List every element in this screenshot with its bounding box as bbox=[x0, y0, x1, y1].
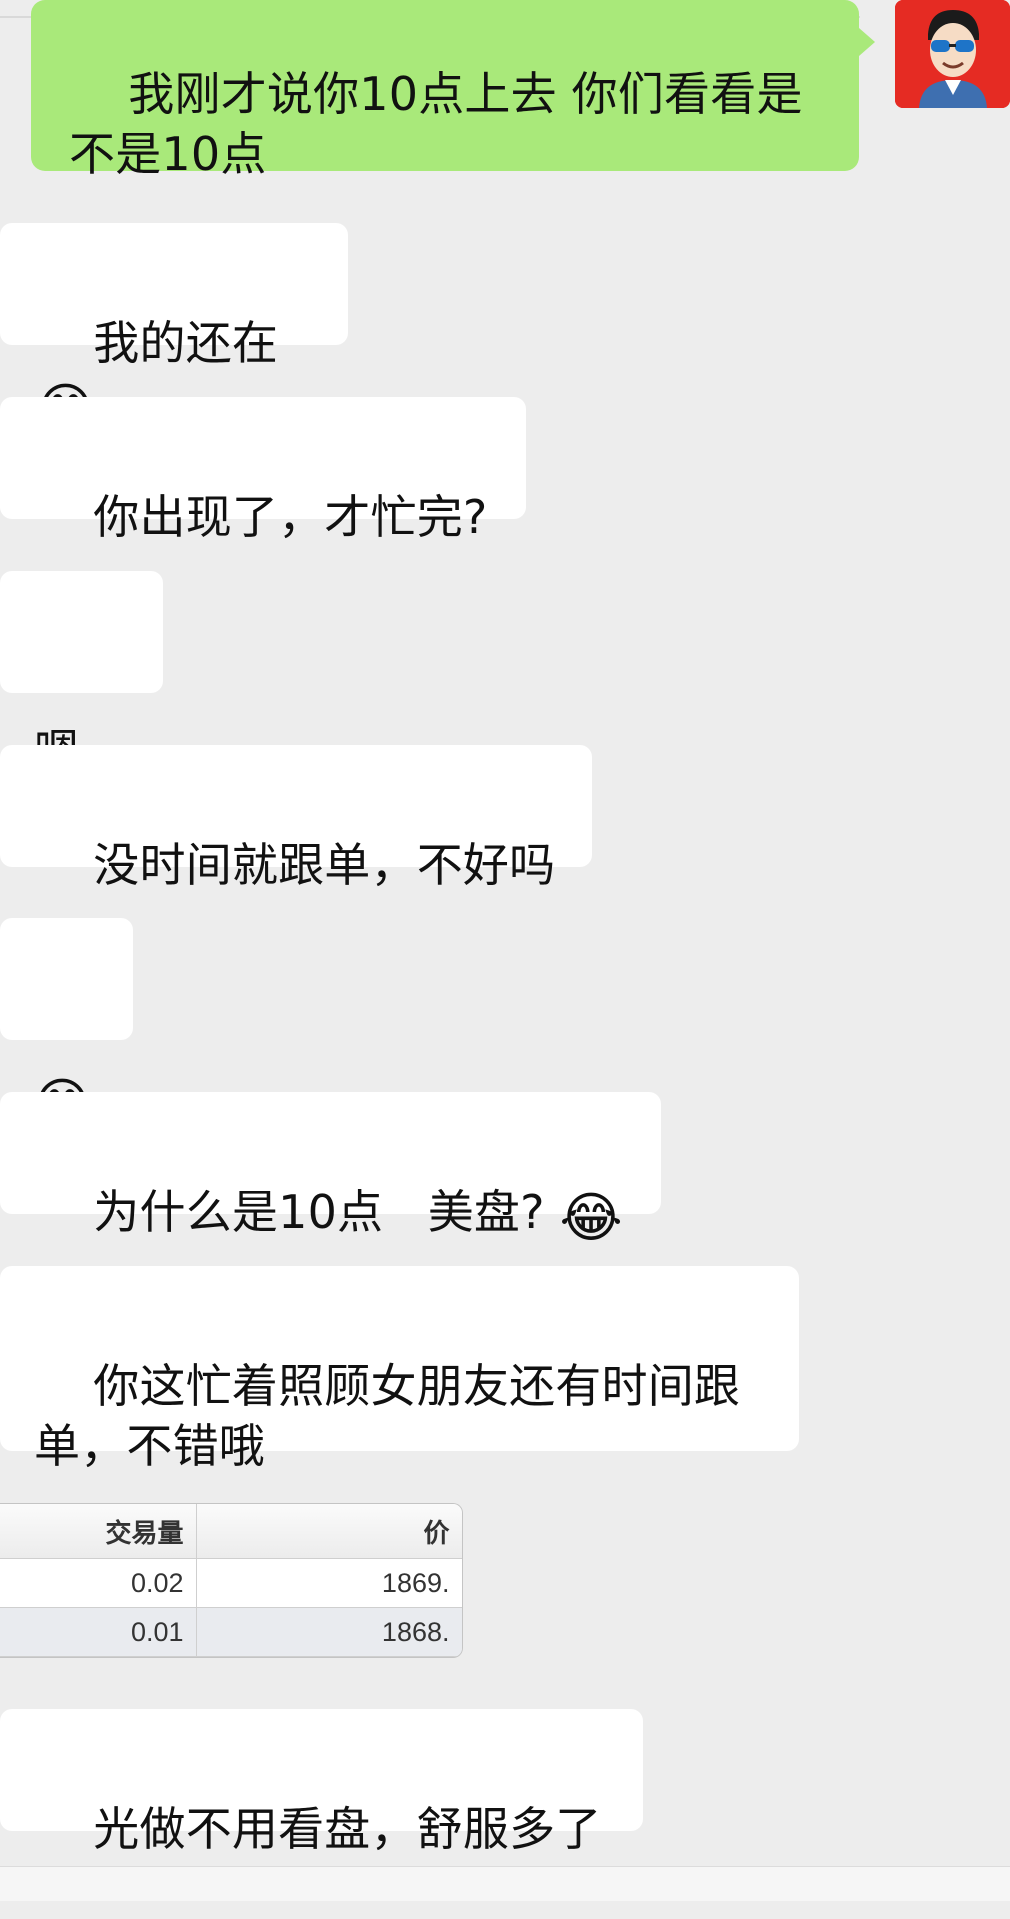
column-header-price: 价 bbox=[196, 1504, 462, 1559]
incoming-message-bubble[interactable]: 😁 bbox=[0, 918, 133, 1131]
incoming-message-bubble[interactable]: 为什么是10点 美盘? 😂 bbox=[0, 1092, 661, 1245]
message-text: 你这忙着照顾女朋友还有时间跟 单，不错哦 bbox=[34, 1359, 741, 1473]
incoming-message-bubble[interactable]: 光做不用看盘，舒服多了 bbox=[0, 1709, 643, 1856]
table-cell: 1869. bbox=[196, 1558, 462, 1608]
chat-conversation: 我刚才说你10点上去 你们看看是 不是10点 我的还在😂 你出现了，才忙完? 嗯… bbox=[0, 0, 1010, 1901]
table-cell: 0.02 bbox=[0, 1558, 197, 1608]
table-row: 0.01 1868. bbox=[0, 1607, 462, 1657]
trade-table: 交易量 价 0.02 1869. 0.01 1868. bbox=[0, 1504, 462, 1657]
message-text: 没时间就跟单，不好吗 bbox=[93, 838, 556, 892]
laughing-tears-emoji-icon: 😂 bbox=[559, 1186, 623, 1249]
incoming-message-bubble[interactable]: 我的还在😂 bbox=[0, 223, 348, 436]
trade-table-image[interactable]: 交易量 价 0.02 1869. 0.01 1868. bbox=[0, 1503, 463, 1658]
incoming-message-bubble[interactable]: 你出现了，才忙完? bbox=[0, 397, 526, 544]
incoming-message-bubble[interactable]: 你这忙着照顾女朋友还有时间跟 单，不错哦 bbox=[0, 1266, 799, 1473]
message-text: 为什么是10点 美盘? bbox=[93, 1185, 560, 1239]
bottom-input-bar bbox=[0, 1866, 1010, 1901]
message-text: 你出现了，才忙完? bbox=[93, 490, 488, 544]
message-text: 光做不用看盘，舒服多了 bbox=[93, 1802, 602, 1856]
outgoing-message-bubble[interactable]: 我刚才说你10点上去 你们看看是 不是10点 bbox=[31, 0, 875, 181]
table-cell: 0.01 bbox=[0, 1607, 197, 1657]
message-text: 我的还在 bbox=[93, 316, 279, 370]
table-cell: 1868. bbox=[196, 1607, 462, 1657]
table-row: 0.02 1869. bbox=[0, 1558, 462, 1608]
cartoon-avatar-icon bbox=[895, 0, 1010, 108]
avatar[interactable] bbox=[895, 0, 1010, 108]
column-header-volume: 交易量 bbox=[0, 1504, 197, 1559]
incoming-message-bubble[interactable]: 没时间就跟单，不好吗 bbox=[0, 745, 592, 892]
incoming-message-bubble[interactable]: 嗯。 bbox=[0, 571, 163, 778]
message-text: 我刚才说你10点上去 你们看看是 不是10点 bbox=[69, 67, 803, 181]
